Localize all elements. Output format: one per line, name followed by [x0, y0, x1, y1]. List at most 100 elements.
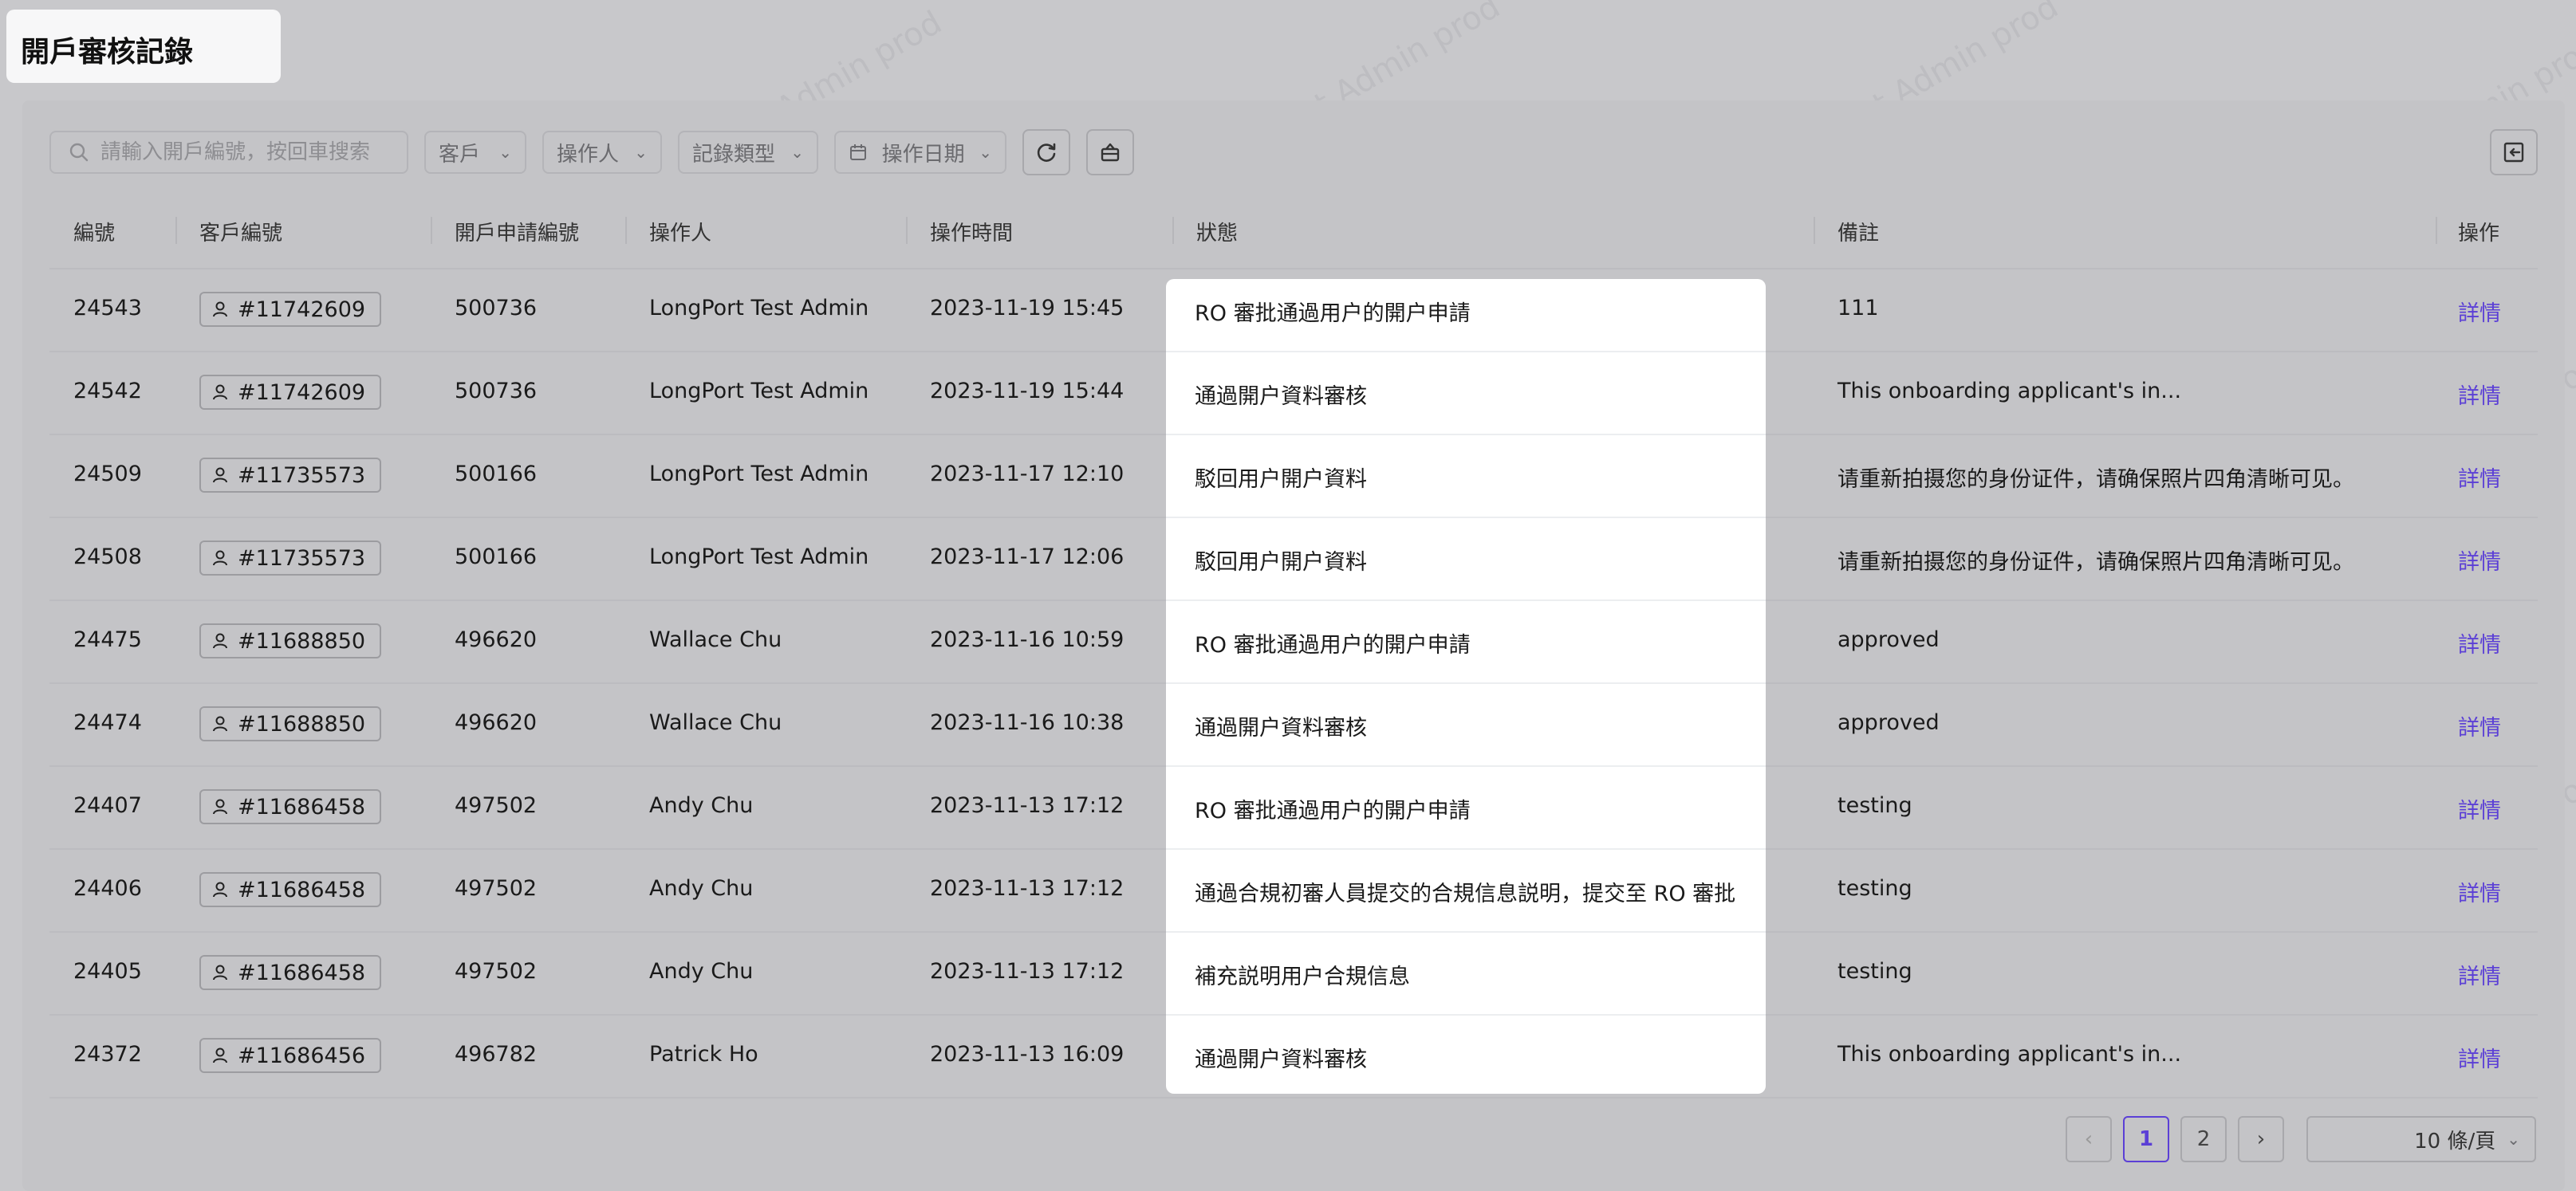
- customer-tag[interactable]: #11735573: [199, 458, 382, 493]
- detail-link[interactable]: 詳情: [2458, 379, 2501, 410]
- customer-id: #11686458: [238, 960, 366, 985]
- customer-filter[interactable]: 客戶 ⌄: [424, 131, 526, 174]
- customer-tag[interactable]: #11686458: [199, 789, 382, 824]
- detail-link[interactable]: 詳情: [2458, 296, 2501, 327]
- detail-link[interactable]: 詳情: [2458, 627, 2501, 658]
- cell-operator: Andy Chu: [649, 959, 754, 984]
- status-row-divider: [1166, 682, 1766, 684]
- customer-id: #11686456: [238, 1043, 366, 1068]
- cell-status: 通過開户資料審核: [1195, 716, 1367, 741]
- cell-application-id: 497502: [455, 959, 538, 984]
- cell-remark: testing: [1837, 876, 1912, 901]
- cell-remark: approved: [1837, 627, 1940, 652]
- export-icon: [2503, 142, 2524, 163]
- page-size-label: 10 條/頁: [2414, 1129, 2496, 1154]
- search-box[interactable]: [49, 131, 408, 174]
- detail-link[interactable]: 詳情: [2458, 876, 2501, 907]
- refresh-button[interactable]: [1022, 129, 1070, 175]
- operator-filter-label: 操作人: [557, 142, 620, 167]
- user-icon: [213, 550, 227, 566]
- customer-tag[interactable]: #11686458: [199, 872, 382, 907]
- cell-time: 2023-11-17 12:10: [930, 462, 1125, 486]
- basket-icon: [1101, 143, 1120, 162]
- page-size-select[interactable]: 10 條/頁 ⌄: [2306, 1116, 2536, 1162]
- cell-remark: approved: [1837, 710, 1940, 735]
- cell-operator: Andy Chu: [649, 876, 754, 901]
- user-icon: [213, 965, 227, 981]
- col-header-remark: 備註: [1837, 222, 1880, 246]
- cell-time: 2023-11-13 17:12: [930, 876, 1125, 901]
- customer-tag[interactable]: #11742609: [199, 292, 382, 327]
- column-divider: [2436, 217, 2437, 244]
- status-row-divider: [1166, 599, 1766, 601]
- cell-id: 24406: [73, 876, 142, 901]
- customer-id: #11688850: [238, 628, 366, 654]
- basket-button[interactable]: [1086, 129, 1134, 175]
- detail-link[interactable]: 詳情: [2458, 462, 2501, 493]
- chevron-down-icon: ⌄: [2507, 1130, 2520, 1149]
- customer-tag[interactable]: #11688850: [199, 623, 382, 658]
- detail-link[interactable]: 詳情: [2458, 544, 2501, 576]
- customer-id: #11742609: [238, 297, 366, 322]
- cell-remark: 111: [1837, 296, 1879, 320]
- col-header-status: 狀態: [1196, 222, 1239, 246]
- detail-link[interactable]: 詳情: [2458, 959, 2501, 990]
- status-row-divider: [1166, 1014, 1766, 1016]
- cell-id: 24509: [73, 462, 142, 486]
- chevron-down-icon: ⌄: [979, 143, 992, 162]
- cell-application-id: 497502: [455, 876, 538, 901]
- cell-time: 2023-11-16 10:59: [930, 627, 1125, 652]
- chevron-down-icon: ⌄: [634, 143, 648, 162]
- cell-id: 24475: [73, 627, 142, 652]
- page-1-button[interactable]: 1: [2123, 1116, 2169, 1162]
- prev-page-button[interactable]: ‹: [2066, 1116, 2112, 1162]
- customer-id: #11686458: [238, 877, 366, 902]
- customer-filter-label: 客戶: [439, 142, 481, 167]
- customer-id: #11735573: [238, 545, 366, 571]
- cell-application-id: 500736: [455, 296, 538, 320]
- cell-id: 24407: [73, 793, 142, 818]
- user-icon: [213, 301, 227, 317]
- cell-operator: Andy Chu: [649, 793, 754, 818]
- refresh-icon: [1037, 143, 1056, 162]
- next-page-button[interactable]: ›: [2238, 1116, 2284, 1162]
- operator-filter[interactable]: 操作人 ⌄: [542, 131, 662, 174]
- customer-tag[interactable]: #11735573: [199, 540, 382, 576]
- cell-status: 補充説明用户合規信息: [1195, 965, 1410, 989]
- cell-application-id: 496620: [455, 710, 538, 735]
- cell-id: 24543: [73, 296, 142, 320]
- page-2-button[interactable]: 2: [2180, 1116, 2227, 1162]
- cell-time: 2023-11-16 10:38: [930, 710, 1125, 735]
- cell-time: 2023-11-13 17:12: [930, 793, 1125, 818]
- cell-operator: Patrick Ho: [649, 1042, 758, 1067]
- status-row-divider: [1166, 351, 1766, 352]
- date-filter[interactable]: 操作日期 ⌄: [834, 131, 1006, 174]
- row-divider: [49, 1097, 2538, 1099]
- calendar-icon: [850, 144, 866, 160]
- status-row-divider: [1166, 931, 1766, 933]
- customer-tag[interactable]: #11686456: [199, 1038, 382, 1073]
- cell-application-id: 496782: [455, 1042, 538, 1067]
- export-button[interactable]: [2490, 129, 2538, 175]
- detail-link[interactable]: 詳情: [2458, 1042, 2501, 1073]
- customer-tag[interactable]: #11742609: [199, 375, 382, 410]
- cell-id: 24474: [73, 710, 142, 735]
- cell-application-id: 500166: [455, 462, 538, 486]
- cell-time: 2023-11-13 16:09: [930, 1042, 1125, 1067]
- cell-operator: Wallace Chu: [649, 710, 782, 735]
- record-type-filter[interactable]: 記錄類型 ⌄: [678, 131, 818, 174]
- search-input[interactable]: [99, 140, 405, 165]
- user-icon: [213, 384, 227, 400]
- status-row-divider: [1166, 765, 1766, 767]
- detail-link[interactable]: 詳情: [2458, 710, 2501, 741]
- cell-remark: This onboarding applicant's in...: [1837, 1042, 2182, 1067]
- chevron-left-icon: ‹: [2084, 1127, 2093, 1151]
- col-header-customer: 客戶編號: [199, 222, 283, 246]
- customer-tag[interactable]: #11688850: [199, 706, 382, 741]
- customer-tag[interactable]: #11686458: [199, 955, 382, 990]
- customer-id: #11686458: [238, 794, 366, 820]
- cell-id: 24372: [73, 1042, 142, 1067]
- detail-link[interactable]: 詳情: [2458, 793, 2501, 824]
- cell-application-id: 496620: [455, 627, 538, 652]
- chevron-down-icon: ⌄: [790, 143, 804, 162]
